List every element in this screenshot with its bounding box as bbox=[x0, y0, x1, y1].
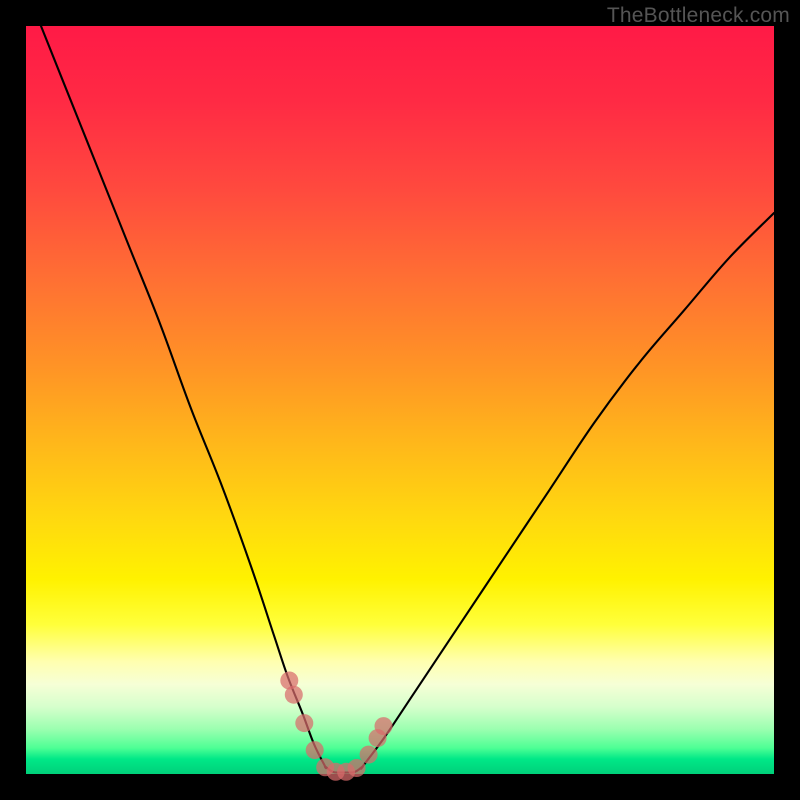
marker-point bbox=[285, 686, 303, 704]
chart-frame: TheBottleneck.com bbox=[0, 0, 800, 800]
marker-group bbox=[280, 672, 392, 781]
curve-layer bbox=[26, 26, 774, 774]
watermark-text: TheBottleneck.com bbox=[607, 4, 790, 28]
bottleneck-curve bbox=[41, 26, 774, 773]
marker-point bbox=[295, 714, 313, 732]
plot-area bbox=[26, 26, 774, 774]
marker-point bbox=[360, 746, 378, 764]
marker-point bbox=[375, 717, 393, 735]
marker-point bbox=[348, 759, 366, 777]
marker-point bbox=[306, 741, 324, 759]
